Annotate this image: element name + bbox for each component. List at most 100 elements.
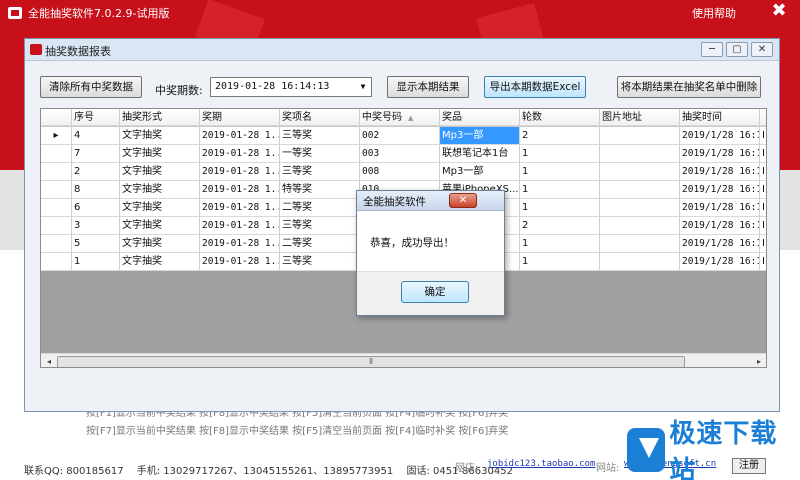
- row-header[interactable]: [41, 199, 72, 217]
- table-cell[interactable]: 1: [520, 199, 600, 217]
- table-row[interactable]: 7 文字抽奖 2019-01-28 1... 一等奖 003 联想笔记本1台 1 2019/1…: [41, 145, 766, 163]
- table-cell[interactable]: 文字抽奖: [120, 253, 200, 271]
- row-header[interactable]: [41, 145, 72, 163]
- scrollbar-thumb[interactable]: ⦀: [57, 356, 685, 367]
- table-cell[interactable]: [600, 163, 680, 181]
- row-header[interactable]: [41, 217, 72, 235]
- table-cell[interactable]: 1: [520, 145, 600, 163]
- dialog-close-icon[interactable]: ✕: [449, 193, 477, 208]
- column-header[interactable]: 奖项名: [280, 109, 360, 126]
- table-cell[interactable]: I: [760, 235, 766, 253]
- show-results-button[interactable]: 显示本期结果: [387, 76, 469, 98]
- maximize-icon[interactable]: ▢: [726, 42, 748, 57]
- table-cell[interactable]: 1: [520, 181, 600, 199]
- table-cell[interactable]: 文字抽奖: [120, 127, 200, 145]
- table-cell[interactable]: [600, 181, 680, 199]
- table-cell[interactable]: 三等奖: [280, 127, 360, 145]
- table-cell[interactable]: 文字抽奖: [120, 163, 200, 181]
- table-cell[interactable]: 4: [72, 127, 120, 145]
- app-close-icon[interactable]: ✖: [768, 0, 790, 21]
- help-link[interactable]: 使用帮助: [692, 5, 736, 21]
- table-cell[interactable]: I: [760, 127, 766, 145]
- table-cell[interactable]: 2019-01-28 1...: [200, 163, 280, 181]
- shop-link[interactable]: jobidc123.taobao.com: [487, 459, 595, 469]
- table-cell[interactable]: 一等奖: [280, 145, 360, 163]
- table-cell[interactable]: 2019/1/28 16:14: [680, 163, 760, 181]
- table-cell[interactable]: 2019/1/28 16:14: [680, 181, 760, 199]
- period-select[interactable]: 2019-01-28 16:14:13 ▼: [210, 77, 372, 97]
- table-cell[interactable]: 008: [360, 163, 440, 181]
- report-titlebar[interactable]: 抽奖数据报表 ─ ▢ ✕: [25, 39, 779, 61]
- table-cell[interactable]: 7: [72, 145, 120, 163]
- clear-all-data-button[interactable]: 清除所有中奖数据: [40, 76, 142, 98]
- horizontal-scrollbar[interactable]: ◂ ⦀ ▸: [41, 353, 766, 367]
- table-cell[interactable]: 2019-01-28 1...: [200, 253, 280, 271]
- table-cell[interactable]: [600, 199, 680, 217]
- column-header[interactable]: 图片地址: [600, 109, 680, 126]
- row-header[interactable]: [41, 163, 72, 181]
- table-cell[interactable]: 2019-01-28 1...: [200, 199, 280, 217]
- column-header[interactable]: 中奖号码 ▲: [360, 109, 440, 126]
- table-cell[interactable]: 文字抽奖: [120, 145, 200, 163]
- table-cell[interactable]: 2019/1/28 16:14: [680, 145, 760, 163]
- table-cell[interactable]: [600, 235, 680, 253]
- table-cell[interactable]: 特等奖: [280, 181, 360, 199]
- column-header[interactable]: 序号: [72, 109, 120, 126]
- column-header[interactable]: 奖品: [440, 109, 520, 126]
- table-cell[interactable]: I: [760, 253, 766, 271]
- table-cell[interactable]: 2: [520, 217, 600, 235]
- column-header[interactable]: [760, 109, 766, 126]
- table-cell[interactable]: 6: [72, 199, 120, 217]
- close-icon[interactable]: ✕: [751, 42, 773, 57]
- table-cell[interactable]: Mp3一部: [440, 163, 520, 181]
- row-header[interactable]: [41, 181, 72, 199]
- table-cell[interactable]: 2019/1/28 16:14: [680, 217, 760, 235]
- table-cell[interactable]: 5: [72, 235, 120, 253]
- table-cell[interactable]: 2019/1/28 16:14: [680, 235, 760, 253]
- table-cell[interactable]: 文字抽奖: [120, 217, 200, 235]
- table-cell[interactable]: [600, 127, 680, 145]
- column-header[interactable]: 奖期: [200, 109, 280, 126]
- table-cell[interactable]: 2019/1/28 16:14: [680, 127, 760, 145]
- delete-from-list-button[interactable]: 将本期结果在抽奖名单中删除: [617, 76, 761, 98]
- table-cell[interactable]: 8: [72, 181, 120, 199]
- table-cell[interactable]: 1: [520, 253, 600, 271]
- table-cell[interactable]: I: [760, 217, 766, 235]
- column-header[interactable]: 抽奖时间: [680, 109, 760, 126]
- table-cell[interactable]: 1: [520, 163, 600, 181]
- table-cell[interactable]: 2019/1/28 16:14: [680, 253, 760, 271]
- table-row[interactable]: 2 文字抽奖 2019-01-28 1... 三等奖 008 Mp3一部 1 2019/1/2…: [41, 163, 766, 181]
- table-cell[interactable]: 1: [520, 235, 600, 253]
- export-excel-button[interactable]: 导出本期数据Excel: [484, 76, 586, 98]
- column-header[interactable]: 抽奖形式: [120, 109, 200, 126]
- table-cell[interactable]: 002: [360, 127, 440, 145]
- table-cell[interactable]: 2: [520, 127, 600, 145]
- dialog-titlebar[interactable]: 全能抽奖软件 ✕: [357, 191, 504, 211]
- table-cell[interactable]: 1: [72, 253, 120, 271]
- table-cell[interactable]: 2019-01-28 1...: [200, 235, 280, 253]
- table-cell[interactable]: 三等奖: [280, 253, 360, 271]
- row-header[interactable]: [41, 235, 72, 253]
- row-header[interactable]: [41, 253, 72, 271]
- row-header[interactable]: ▸: [41, 127, 72, 145]
- table-cell[interactable]: 2019-01-28 1...: [200, 127, 280, 145]
- column-header[interactable]: 轮数: [520, 109, 600, 126]
- table-row[interactable]: ▸ 4 文字抽奖 2019-01-28 1... 三等奖 002 Mp3一部 2 2019/1/…: [41, 127, 766, 145]
- table-cell[interactable]: 003: [360, 145, 440, 163]
- table-cell[interactable]: 3: [72, 217, 120, 235]
- table-cell[interactable]: 文字抽奖: [120, 235, 200, 253]
- table-cell[interactable]: [600, 253, 680, 271]
- ok-button[interactable]: 确定: [401, 281, 469, 303]
- table-cell[interactable]: 二等奖: [280, 199, 360, 217]
- table-cell[interactable]: 2019-01-28 1...: [200, 217, 280, 235]
- table-cell[interactable]: 2: [72, 163, 120, 181]
- table-cell[interactable]: I: [760, 199, 766, 217]
- scroll-left-icon[interactable]: ◂: [43, 356, 55, 367]
- table-cell[interactable]: 2019-01-28 1...: [200, 181, 280, 199]
- scroll-right-icon[interactable]: ▸: [753, 356, 765, 367]
- chevron-down-icon[interactable]: ▼: [355, 78, 371, 96]
- table-cell[interactable]: 文字抽奖: [120, 199, 200, 217]
- table-cell[interactable]: I: [760, 145, 766, 163]
- table-cell[interactable]: 联想笔记本1台: [440, 145, 520, 163]
- minimize-icon[interactable]: ─: [701, 42, 723, 57]
